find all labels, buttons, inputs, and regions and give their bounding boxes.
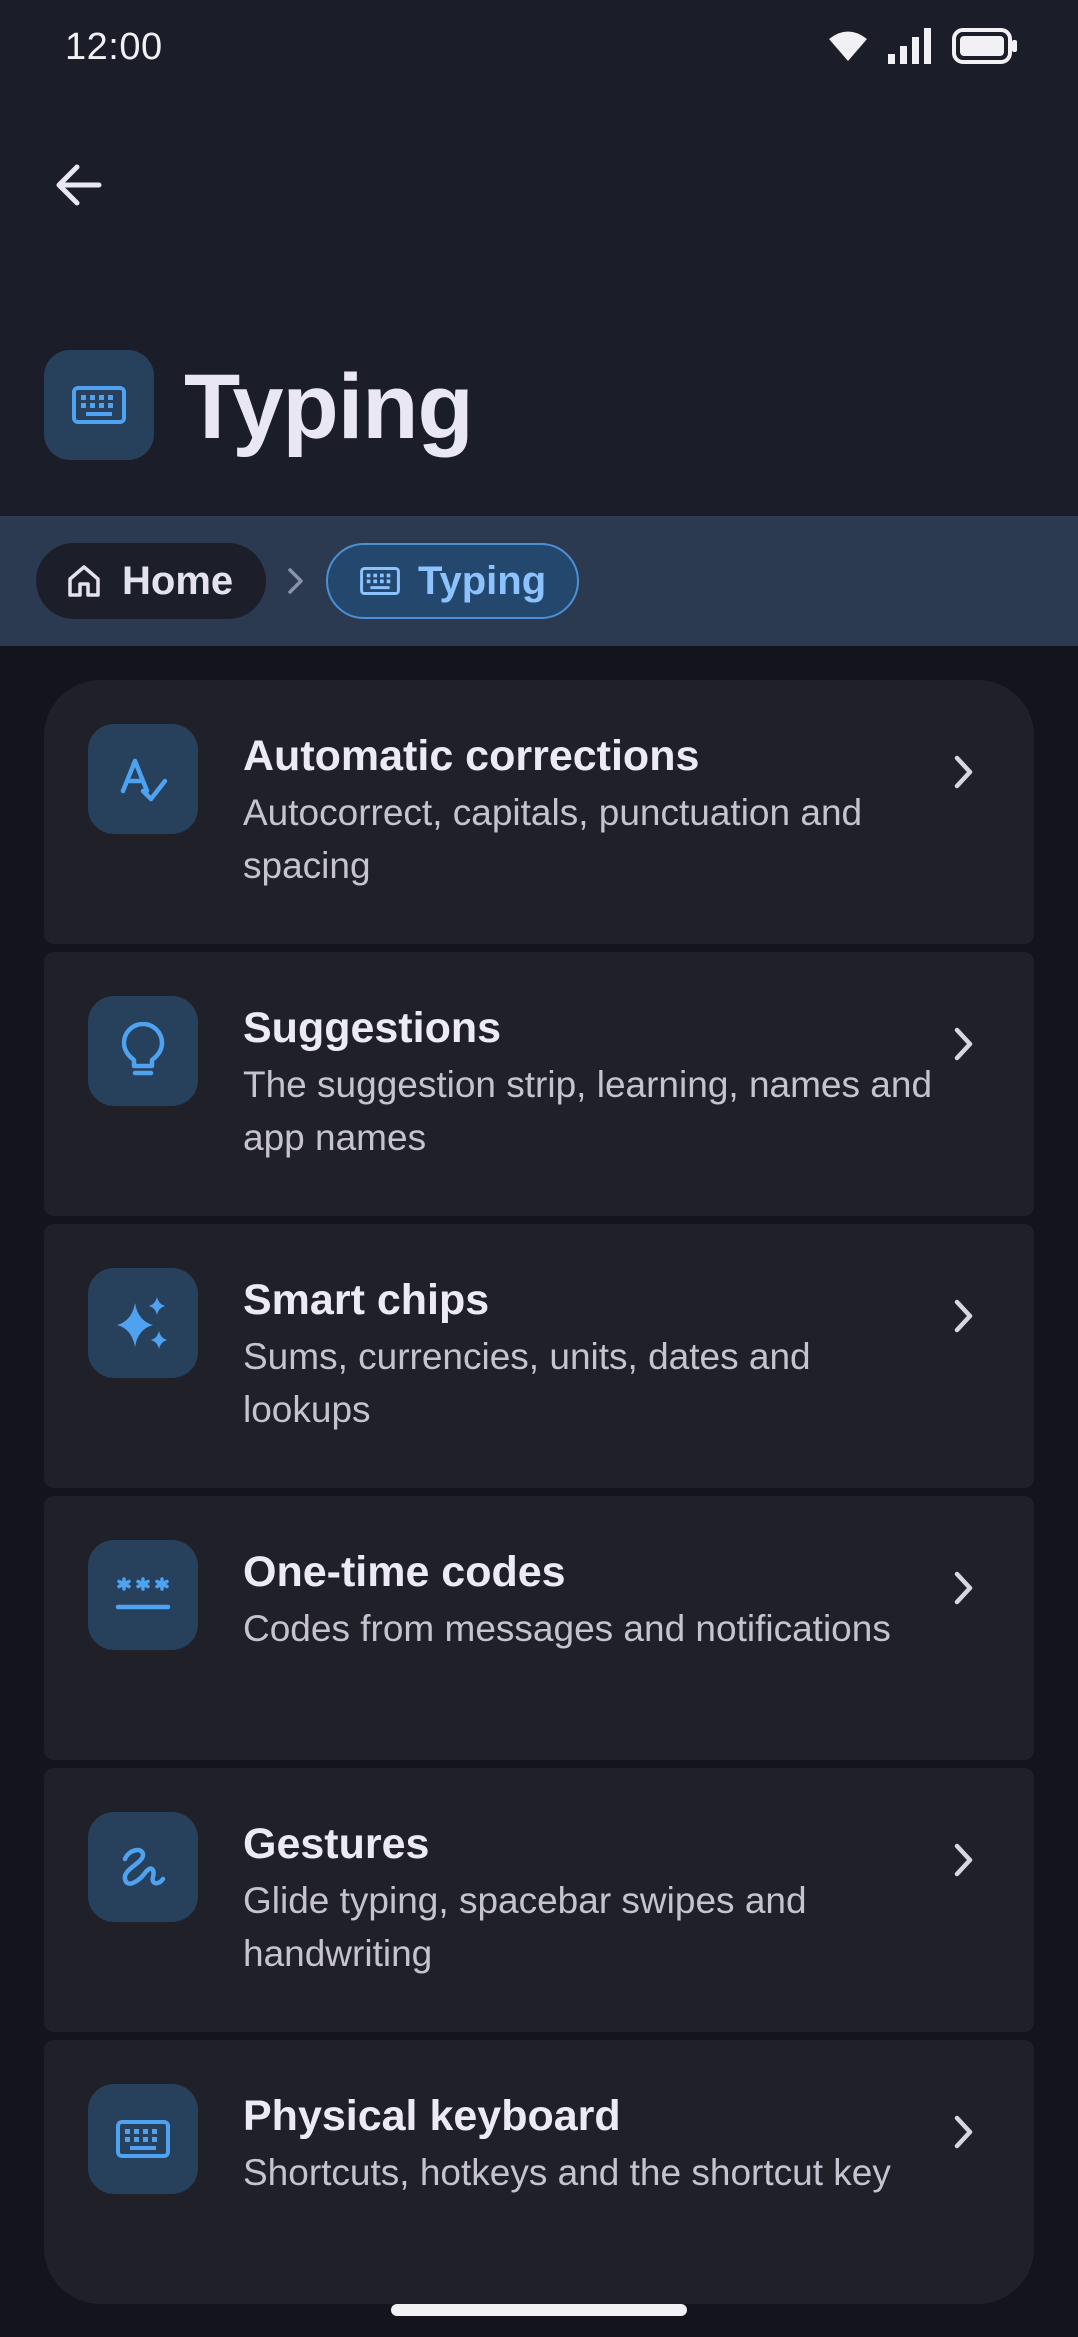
breadcrumb-home[interactable]: Home (36, 543, 266, 619)
list-item-suggestions[interactable]: Suggestions The suggestion strip, learni… (44, 952, 1034, 1216)
battery-icon (952, 28, 1018, 64)
spellcheck-icon (88, 724, 198, 834)
list-item-title: One-time codes (243, 1548, 566, 1596)
list-item-subtitle: The suggestion strip, learning, names an… (243, 1064, 933, 1158)
list-item-title: Automatic corrections (243, 732, 700, 780)
breadcrumb: Home Typing (0, 516, 1078, 646)
list-item-title: Gestures (243, 1820, 430, 1868)
list-item-title: Physical keyboard (243, 2092, 621, 2140)
breadcrumb-home-label: Home (122, 558, 234, 603)
back-button[interactable] (38, 145, 118, 225)
status-time: 12:00 (65, 26, 163, 68)
status-bar: 12:00 (0, 0, 1078, 100)
keyboard-icon (44, 350, 154, 460)
arrow-back-icon (56, 164, 102, 206)
list-item-automatic-corrections[interactable]: Automatic corrections Autocorrect, capit… (44, 680, 1034, 944)
list-item-smart-chips[interactable]: Smart chips Sums, currencies, units, dat… (44, 1224, 1034, 1488)
settings-list: Automatic corrections Autocorrect, capit… (44, 680, 1034, 2304)
chevron-right-icon (952, 2112, 976, 2157)
lightbulb-icon (88, 996, 198, 1106)
home-indicator[interactable] (391, 2304, 687, 2316)
chevron-right-icon (952, 1296, 976, 1341)
list-item-subtitle: Shortcuts, hotkeys and the shortcut key (243, 2152, 891, 2193)
chevron-right-icon (952, 1840, 976, 1885)
list-item-subtitle: Codes from messages and notifications (243, 1608, 891, 1649)
keyboard-icon (88, 2084, 198, 2194)
top-app-bar: 12:00 Typing (0, 0, 1078, 516)
list-item-gestures[interactable]: Gestures Glide typing, spacebar swipes a… (44, 1768, 1034, 2032)
chevron-right-icon (952, 1568, 976, 1613)
list-item-title: Suggestions (243, 1004, 502, 1052)
chevron-right-icon (952, 752, 976, 797)
settings-screen: 12:00 Typing Home Typing Automatic corre… (0, 0, 1078, 2337)
chevron-right-icon (952, 1024, 976, 1069)
sparkles-icon (88, 1268, 198, 1378)
list-item-subtitle: Autocorrect, capitals, punctuation and s… (243, 792, 863, 886)
list-item-one-time-codes[interactable]: One-time codes Codes from messages and n… (44, 1496, 1034, 1760)
list-item-title: Smart chips (243, 1276, 490, 1324)
keyboard-icon (360, 567, 400, 595)
list-item-subtitle: Sums, currencies, units, dates and looku… (243, 1336, 811, 1430)
chevron-right-icon (285, 564, 307, 603)
list-item-physical-keyboard[interactable]: Physical keyboard Shortcuts, hotkeys and… (44, 2040, 1034, 2304)
breadcrumb-current-label: Typing (418, 558, 547, 603)
wifi-icon (828, 30, 868, 62)
list-item-subtitle: Glide typing, spacebar swipes and handwr… (243, 1880, 807, 1974)
breadcrumb-current[interactable]: Typing (326, 543, 579, 619)
status-icons (828, 28, 1018, 64)
page-title: Typing (184, 356, 474, 458)
gesture-icon (88, 1812, 198, 1922)
password-icon (88, 1540, 198, 1650)
home-icon (68, 565, 100, 597)
signal-icon (888, 28, 932, 64)
